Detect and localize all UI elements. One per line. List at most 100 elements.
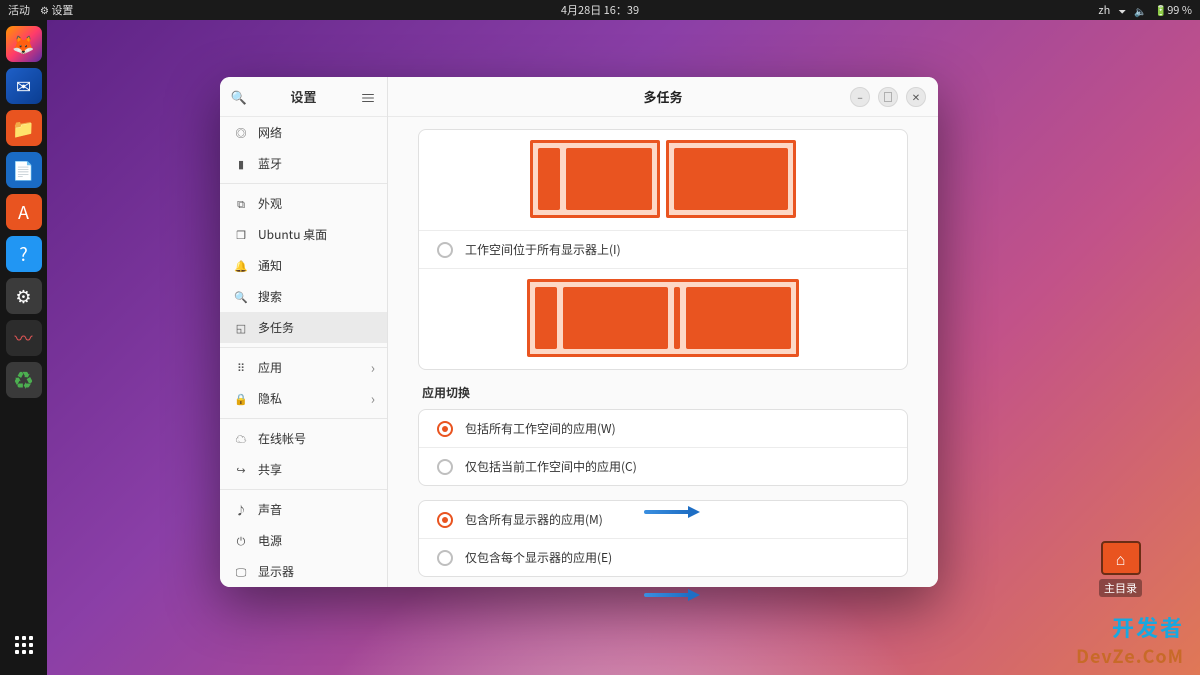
dock-settings[interactable]: ⚙ [6,278,42,314]
sidebar-item-label: 通知 [258,257,282,274]
dock-software[interactable]: A [6,194,42,230]
sidebar-item-隐私[interactable]: 🔒 隐私 [220,383,387,414]
sidebar-item-label: 外观 [258,195,282,212]
radio-label: 仅包含每个显示器的应用(E) [465,549,612,566]
sidebar-item-label: 显示器 [258,563,294,580]
apps-grid-icon [15,636,33,654]
sidebar-item-显示器[interactable]: 🖵 显示器 [220,556,387,587]
gear-icon: ⚙ [40,2,49,17]
section-title-app-switching: 应用切换 [422,384,908,401]
sidebar-item-icon: 🔍 [234,289,248,305]
current-app-indicator[interactable]: ⚙ 设置 [40,2,73,18]
dock-libreoffice[interactable]: 📄 [6,152,42,188]
sidebar-item-蓝牙[interactable]: ▮ 蓝牙 [220,148,387,179]
sidebar-separator [220,418,387,419]
sidebar-item-多任务[interactable]: ◱多任务 [220,312,387,343]
sidebar-item-声音[interactable]: ♪ 声音 [220,494,387,525]
sidebar-separator [220,489,387,490]
sidebar-item-label: 蓝牙 [258,155,282,172]
radio-current-workspace-apps[interactable]: 仅包括当前工作空间中的应用(C) [419,448,907,485]
radio-all-workspaces-apps[interactable]: 包括所有工作空间的应用(W) [419,410,907,448]
page-title: 多任务 [643,87,682,106]
menu-icon: ≡ [360,85,376,109]
workspace-displays-card: 工作空间位于所有显示器上(I) [418,129,908,370]
main-header: 多任务 – □ ✕ [388,77,938,117]
sidebar-item-label: 网络 [258,124,282,141]
desktop-home-folder[interactable]: ⌂ 主目录 [1099,541,1142,597]
window-minimize-button[interactable]: – [850,87,870,107]
sidebar-item-icon: ⠿ [234,360,248,376]
radio-label: 包括所有工作空间的应用(W) [465,420,616,437]
sidebar-item-label: Ubuntu 桌面 [258,226,327,243]
activities-button[interactable]: 活动 [8,2,30,18]
sidebar-item-icon: ↪ [234,462,248,478]
radio-each-monitor-apps[interactable]: 仅包含每个显示器的应用(E) [419,539,907,576]
search-button[interactable]: 🔍 [230,88,248,106]
sidebar-item-Ubuntu 桌面[interactable]: ❒ Ubuntu 桌面 [220,219,387,250]
dock-files[interactable]: 📁 [6,110,42,146]
dock-thunderbird[interactable]: ✉ [6,68,42,104]
sidebar-item-在线帐号[interactable]: ☁在线帐号 [220,423,387,454]
sidebar-item-icon: 🔔 [234,258,248,274]
input-source-indicator[interactable]: zh [1098,2,1110,18]
radio-label: 仅包括当前工作空间中的应用(C) [465,458,637,475]
sidebar-separator [220,183,387,184]
sidebar-item-应用[interactable]: ⠿ 应用 [220,352,387,383]
sidebar-title: 设置 [248,87,359,106]
sidebar-item-icon: 🔒 [234,391,248,407]
battery-indicator[interactable]: 🔋99 % [1155,2,1192,18]
sidebar-item-icon: ▮ [234,156,248,172]
sidebar-item-icon: ⏻ [234,533,248,549]
sidebar-item-icon: ❒ [234,227,248,243]
sidebar-header: 🔍 设置 ≡ [220,77,387,117]
sidebar-item-共享[interactable]: ↪ 共享 [220,454,387,485]
hamburger-button[interactable]: ≡ [359,88,377,106]
radio-label: 包含所有显示器的应用(M) [465,511,603,528]
annotation-arrow-2 [644,589,700,601]
sidebar-item-网络[interactable]: ◎ 网络 [220,117,387,148]
sidebar-separator [220,347,387,348]
radio-icon [437,242,453,258]
radio-label: 工作空间位于所有显示器上(I) [465,241,621,258]
sidebar-item-label: 应用 [258,359,282,376]
sidebar-item-label: 声音 [258,501,282,518]
dock: 🦊 ✉ 📁 📄 A ? ⚙ 〰 ♻ [0,20,47,675]
clock[interactable]: 4月28日 16：39 [561,2,639,18]
radio-icon [437,512,453,528]
show-applications-button[interactable] [6,627,42,663]
search-icon: 🔍 [231,87,247,106]
dock-help[interactable]: ? [6,236,42,272]
sidebar-item-icon: 🖵 [234,564,248,580]
sidebar-item-电源[interactable]: ⏻ 电源 [220,525,387,556]
sidebar-item-搜索[interactable]: 🔍 搜索 [220,281,387,312]
network-icon[interactable]: ⏷ [1118,3,1126,18]
sidebar-item-label: 电源 [258,532,282,549]
sidebar-item-label: 在线帐号 [258,430,306,447]
sidebar-item-label: 搜索 [258,288,282,305]
sidebar-item-label: 隐私 [258,390,282,407]
watermark: 开发者 DevZe.CoM [1076,611,1184,669]
battery-icon: 🔋 [1155,2,1167,17]
dock-trash[interactable]: ♻ [6,362,42,398]
dock-firefox[interactable]: 🦊 [6,26,42,62]
sidebar-item-外观[interactable]: ⧉ 外观 [220,188,387,219]
annotation-arrow-1 [644,506,700,518]
app-switch-workspaces-card: 包括所有工作空间的应用(W) 仅包括当前工作空间中的应用(C) [418,409,908,486]
radio-icon [437,459,453,475]
sidebar-item-icon: ⧉ [234,196,248,212]
radio-icon [437,550,453,566]
sidebar-item-label: 共享 [258,461,282,478]
sidebar-item-icon: ♪ [234,502,248,518]
radio-workspaces-all-displays[interactable]: 工作空间位于所有显示器上(I) [419,230,907,269]
illustration-all-displays [419,269,907,369]
sidebar-item-icon: ◎ [234,125,248,141]
settings-sidebar: 🔍 设置 ≡ ◎ 网络 ▮ 蓝牙 ⧉ 外观 ❒ Ubuntu 桌面 🔔 通知 🔍 搜索 ◱多任务 ⠿ 应用 🔒… [220,77,388,587]
window-maximize-button[interactable]: □ [878,87,898,107]
sidebar-item-label: 多任务 [258,319,294,336]
top-bar: 活动 ⚙ 设置 4月28日 16：39 zh ⏷ 🔈 🔋99 % [0,0,1200,20]
sidebar-item-通知[interactable]: 🔔 通知 [220,250,387,281]
settings-window: 🔍 设置 ≡ ◎ 网络 ▮ 蓝牙 ⧉ 外观 ❒ Ubuntu 桌面 🔔 通知 🔍 搜索 ◱多任务 ⠿ 应用 🔒… [220,77,938,587]
window-close-button[interactable]: ✕ [906,87,926,107]
volume-icon[interactable]: 🔈 [1134,3,1146,18]
dock-system-monitor[interactable]: 〰 [6,320,42,356]
